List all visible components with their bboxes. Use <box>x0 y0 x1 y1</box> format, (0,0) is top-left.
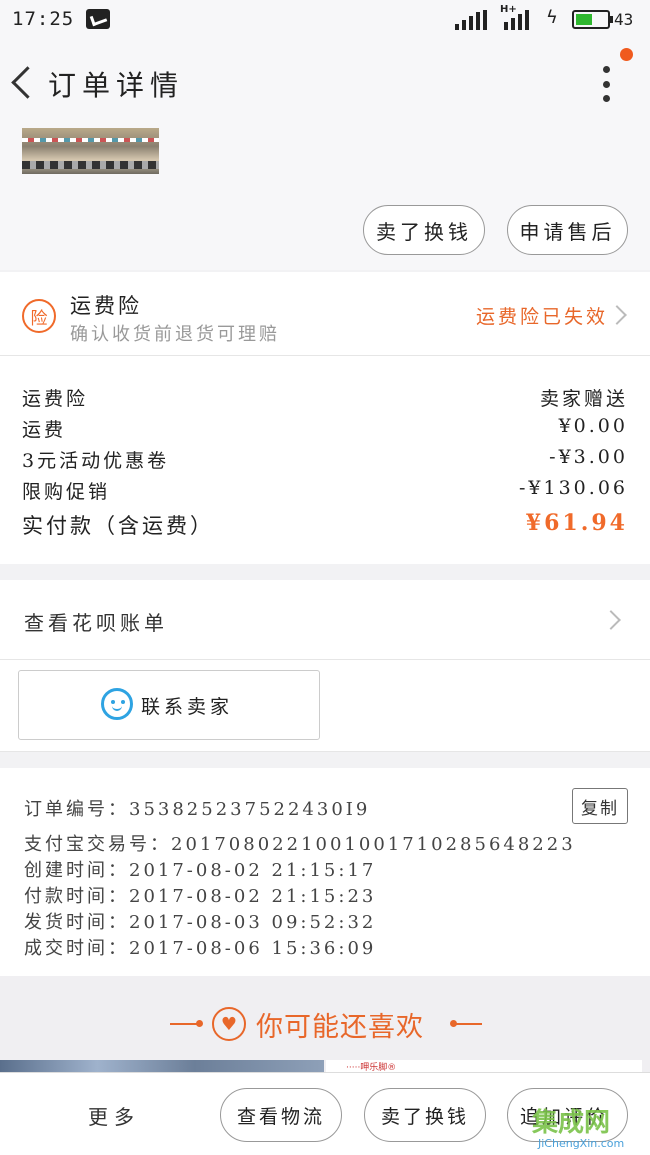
insurance-status: 运费险已失效 <box>476 306 609 328</box>
charging-icon: ϟ <box>546 7 558 28</box>
more-button[interactable]: 更多 <box>88 1101 140 1130</box>
huabei-label: 查看花呗账单 <box>24 611 168 635</box>
shipped-time: 发货时间：2017-08-03 09:52:32 <box>24 912 377 933</box>
price-row-label: 运费 <box>22 419 67 441</box>
more-menu-icon[interactable] <box>596 66 616 102</box>
contact-section: 联系卖家 <box>0 660 650 752</box>
product-section: 卖了换钱 申请售后 <box>0 128 650 270</box>
paid-time: 付款时间：2017-08-02 21:15:23 <box>24 886 377 907</box>
nav-bar: 订单详情 <box>0 40 650 128</box>
chevron-right-icon <box>601 610 621 630</box>
price-row-label: 3元活动优惠卷 <box>22 450 170 472</box>
copy-button[interactable]: 复制 <box>572 788 628 824</box>
chevron-right-icon <box>607 305 627 325</box>
price-row: 运费险 卖家赠送 <box>22 384 628 414</box>
alipay-transaction-number: 支付宝交易号：2017080221001001710285648223 <box>24 834 576 855</box>
status-time: 17:25 <box>12 8 75 30</box>
contact-seller-button[interactable]: 联系卖家 <box>18 670 320 740</box>
watermark-text: 集成网 <box>532 1108 611 1138</box>
price-row: 运费 ¥0.00 <box>22 415 628 445</box>
shipping-insurance-row[interactable]: 险 运费险 确认收货前退货可理赔 运费险已失效 <box>0 272 650 356</box>
recommendations-header: ♥ 你可能还喜欢 <box>0 976 650 1060</box>
recommendations-title: 你可能还喜欢 <box>256 1012 424 1043</box>
insurance-title: 运费险 <box>70 294 142 318</box>
chat-face-icon <box>101 688 133 720</box>
divider-line <box>454 1023 482 1025</box>
price-row-value: -¥130.06 <box>519 477 628 499</box>
order-number: 订单编号：353825237522430I9 <box>24 799 371 820</box>
price-row-value: 卖家赠送 <box>539 388 628 410</box>
divider-line <box>170 1023 198 1025</box>
watermark-logo: 集成网 JiChengXin.com <box>532 1102 650 1155</box>
sell-button[interactable]: 卖了换钱 <box>363 205 485 255</box>
sell-button-bottom[interactable]: 卖了换钱 <box>364 1088 486 1142</box>
insurance-icon: 险 <box>22 299 56 333</box>
insurance-subtitle: 确认收货前退货可理赔 <box>70 324 280 345</box>
battery-icon <box>572 10 613 29</box>
price-breakdown: 运费险 卖家赠送 运费 ¥0.00 3元活动优惠卷 -¥3.00 限购促销 -¥… <box>0 356 650 564</box>
notification-dot <box>620 48 633 61</box>
price-row-value: -¥3.00 <box>549 446 628 468</box>
aftersale-button[interactable]: 申请售后 <box>507 205 628 255</box>
page-title: 订单详情 <box>48 69 185 102</box>
signal-2-icon <box>504 10 529 30</box>
contact-seller-label: 联系卖家 <box>141 696 234 718</box>
price-row-value: ¥0.00 <box>558 415 628 437</box>
signal-icon <box>455 10 487 30</box>
total-row: 实付款（含运费） ¥61.94 <box>22 510 628 540</box>
price-row-label: 限购促销 <box>22 481 111 503</box>
divider-dot <box>196 1020 203 1027</box>
created-time: 创建时间：2017-08-02 21:15:17 <box>24 860 377 881</box>
product-thumbnail[interactable] <box>22 128 159 174</box>
order-info: 订单编号：353825237522430I9 复制 支付宝交易号：2017080… <box>0 768 650 976</box>
battery-level: 43 <box>614 10 634 29</box>
status-bar: 17:25 H+ ϟ 43 <box>0 0 650 40</box>
huabei-bill-row[interactable]: 查看花呗账单 <box>0 580 650 660</box>
heart-icon: ♥ <box>212 1007 246 1041</box>
completed-time: 成交时间：2017-08-06 15:36:09 <box>24 938 377 959</box>
back-icon[interactable] <box>8 65 34 101</box>
price-row-label: 运费险 <box>22 388 89 410</box>
view-logistics-button[interactable]: 查看物流 <box>220 1088 342 1142</box>
price-row: 3元活动优惠卷 -¥3.00 <box>22 446 628 476</box>
total-label: 实付款（含运费） <box>22 514 214 538</box>
notification-icon <box>86 9 110 29</box>
total-value: ¥61.94 <box>525 510 628 536</box>
watermark-url: JiChengXin.com <box>538 1137 625 1150</box>
price-row: 限购促销 -¥130.06 <box>22 477 628 507</box>
